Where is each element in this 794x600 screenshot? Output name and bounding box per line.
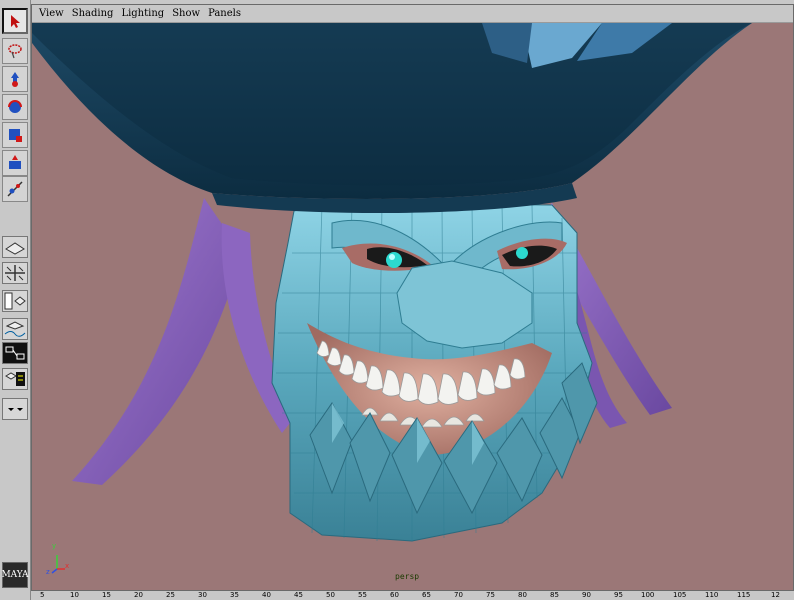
hypergraph-layout-button[interactable] [2, 342, 28, 364]
ruler-tick: 60 [390, 591, 399, 599]
single-pane-icon [5, 242, 25, 255]
hypergraph-icon [5, 346, 25, 360]
move-tool-button[interactable] [2, 66, 28, 92]
persp-graph-icon [4, 321, 26, 337]
ruler-tick: 95 [614, 591, 623, 599]
manipulator-tool-button[interactable] [2, 150, 28, 176]
four-pane-layout-button[interactable] [2, 262, 28, 284]
ruler-tick: 25 [166, 591, 175, 599]
rotate-tool-button[interactable] [2, 94, 28, 120]
ruler-tick: 115 [737, 591, 751, 599]
manipulator-icon [9, 155, 21, 169]
maya-logo: MAYA [1, 562, 29, 588]
menu-lighting[interactable]: Lighting [121, 8, 164, 19]
ruler-tick: 40 [262, 591, 271, 599]
axis-label-z: z [46, 568, 50, 576]
lasso-icon [8, 44, 22, 59]
ruler-tick: 70 [454, 591, 463, 599]
time-slider-ruler[interactable]: 5 10 15 20 25 30 35 40 45 50 55 60 65 70… [31, 591, 794, 600]
ruler-tick: 75 [486, 591, 495, 599]
single-pane-layout-button[interactable] [2, 236, 28, 258]
ruler-tick: 90 [582, 591, 591, 599]
soft-mod-icon [7, 181, 23, 197]
ruler-tick: 55 [358, 591, 367, 599]
menu-panels[interactable]: Panels [208, 8, 241, 19]
ruler-tick: 20 [134, 591, 143, 599]
ruler-tick: 65 [422, 591, 431, 599]
ruler-tick: 10 [70, 591, 79, 599]
ruler-tick: 15 [102, 591, 111, 599]
3d-model-render [32, 23, 752, 574]
menu-show[interactable]: Show [172, 8, 200, 19]
axis-label-y: y [52, 542, 57, 550]
panel-menu-button[interactable] [2, 398, 28, 420]
persp-trax-icon [5, 372, 25, 386]
ruler-tick: 12 [771, 591, 780, 599]
outliner-persp-icon [4, 292, 26, 310]
ruler-tick: 100 [641, 591, 655, 599]
select-tool-button[interactable] [2, 8, 28, 34]
ruler-tick: 110 [705, 591, 719, 599]
chevron-down-icon [8, 408, 23, 411]
ruler-tick: 30 [198, 591, 207, 599]
ruler-tick: 105 [673, 591, 687, 599]
persp-graph-layout-button[interactable] [2, 318, 28, 340]
last-tool-button[interactable] [2, 176, 28, 202]
panel-menu-bar: View Shading Lighting Show Panels [32, 5, 793, 23]
persp-trax-layout-button[interactable] [2, 368, 28, 390]
camera-name-label: persp [395, 572, 420, 581]
outliner-persp-layout-button[interactable] [2, 290, 28, 312]
move-icon [11, 72, 19, 87]
axis-gizmo [51, 555, 65, 574]
four-pane-icon [5, 265, 25, 281]
ruler-tick: 35 [230, 591, 239, 599]
ruler-tick: 80 [518, 591, 527, 599]
axis-label-x: x [65, 562, 70, 570]
ruler-tick: 50 [326, 591, 335, 599]
toolbox: MAYA [0, 0, 31, 600]
rotate-icon [8, 100, 22, 113]
arrow-cursor-icon [11, 15, 20, 28]
menu-view[interactable]: View [39, 8, 64, 19]
scale-tool-button[interactable] [2, 122, 28, 148]
ruler-tick: 5 [40, 591, 45, 599]
ruler-tick: 45 [294, 591, 303, 599]
ruler-tick: 85 [550, 591, 559, 599]
persp-viewport[interactable]: View Shading Lighting Show Panels y x z … [31, 4, 794, 591]
scale-icon [9, 129, 22, 142]
menu-shading[interactable]: Shading [72, 8, 114, 19]
lasso-tool-button[interactable] [2, 38, 28, 64]
